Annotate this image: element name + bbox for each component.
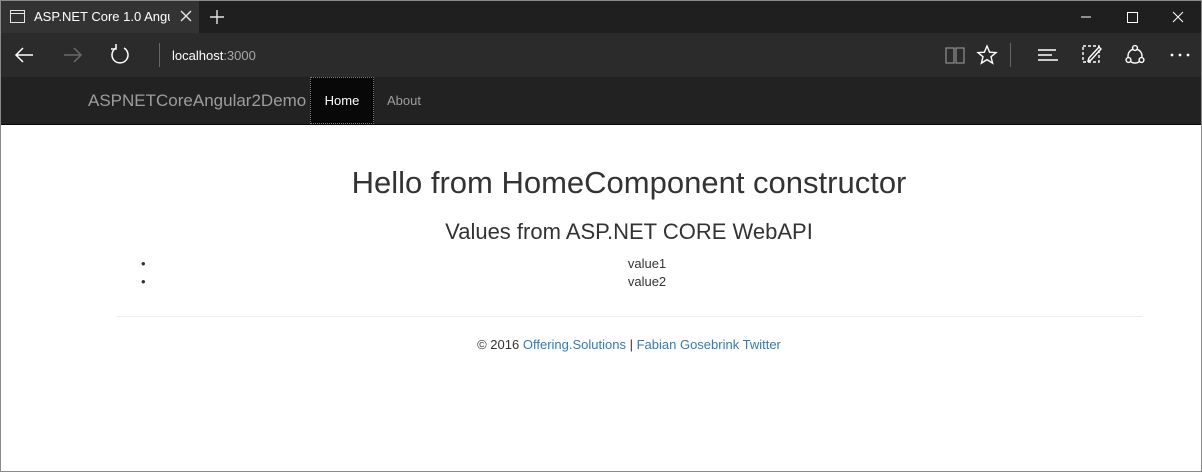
- list-item: • value2: [141, 273, 1153, 291]
- copyright-text: © 2016: [477, 337, 520, 352]
- tab-title: ASP.NET Core 1.0 Angular2: [34, 9, 170, 24]
- browser-address-bar: localhost:3000: [1, 33, 1201, 77]
- share-icon[interactable]: [1123, 43, 1147, 67]
- value-text: value1: [627, 256, 667, 271]
- footer-separator: |: [629, 337, 633, 352]
- url-port: :3000: [223, 48, 256, 63]
- forward-icon[interactable]: [60, 43, 84, 67]
- twitter-link[interactable]: Fabian Gosebrink Twitter: [637, 337, 781, 352]
- values-list: • value1 • value2: [141, 255, 1153, 291]
- footer: © 2016 Offering.Solutions | Fabian Goseb…: [1, 337, 1202, 352]
- page-icon: [10, 10, 25, 23]
- site-navbar: ASPNETCoreAngular2Demo Home About: [1, 77, 1201, 125]
- address-input[interactable]: localhost:3000: [172, 48, 256, 63]
- window-close-icon[interactable]: [1155, 1, 1201, 33]
- site-brand[interactable]: ASPNETCoreAngular2Demo: [88, 91, 306, 111]
- browser-title-bar: ASP.NET Core 1.0 Angular2: [1, 1, 1201, 33]
- value-text: value2: [627, 274, 667, 289]
- maximize-icon[interactable]: [1109, 1, 1155, 33]
- web-note-icon[interactable]: [1080, 43, 1104, 67]
- hub-icon[interactable]: [1036, 43, 1060, 67]
- more-icon[interactable]: [1168, 43, 1192, 67]
- list-bullet: •: [141, 256, 146, 271]
- plus-icon[interactable]: [207, 7, 227, 27]
- page-title: Hello from HomeComponent constructor: [351, 165, 907, 200]
- toolbar-separator: [1010, 43, 1011, 67]
- list-bullet: •: [141, 274, 146, 289]
- reading-view-icon[interactable]: [943, 43, 967, 67]
- page-subtitle: Values from ASP.NET CORE WebAPI: [445, 219, 813, 244]
- url-host: localhost: [172, 48, 224, 63]
- list-item: • value1: [141, 255, 1153, 273]
- footer-divider: [116, 316, 1142, 317]
- address-separator: [159, 43, 160, 67]
- nav-about-link[interactable]: About: [374, 77, 434, 124]
- minimize-icon[interactable]: [1063, 1, 1109, 33]
- refresh-icon[interactable]: [108, 43, 132, 67]
- close-icon[interactable]: [177, 7, 195, 25]
- favorite-star-icon[interactable]: [975, 43, 999, 67]
- offering-solutions-link[interactable]: Offering.Solutions: [523, 337, 626, 352]
- browser-tab[interactable]: ASP.NET Core 1.0 Angular2: [1, 1, 199, 33]
- nav-home-link[interactable]: Home: [310, 77, 374, 124]
- back-icon[interactable]: [13, 43, 37, 67]
